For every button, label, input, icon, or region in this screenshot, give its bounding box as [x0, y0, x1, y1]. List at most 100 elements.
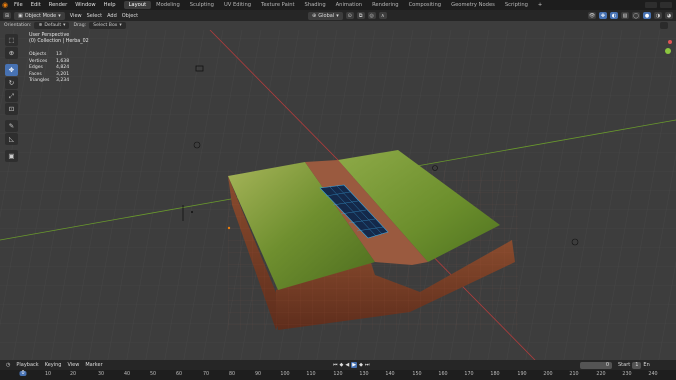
select-box-icon[interactable]: ⬚ [5, 34, 18, 46]
editor-type-icon[interactable]: ⊞ [3, 12, 11, 19]
view-layer-selector[interactable] [660, 2, 672, 8]
ruler-tick: 180 [490, 372, 500, 377]
gizmo-x-axis-icon[interactable] [668, 40, 672, 44]
menu-view[interactable]: View [70, 13, 82, 19]
scene-selectors [645, 2, 676, 8]
menu-render[interactable]: Render [45, 2, 71, 8]
rotate-icon[interactable]: ↻ [5, 77, 18, 89]
start-frame-field[interactable]: 1 [632, 361, 642, 369]
ruler-tick: 60 [175, 372, 183, 377]
tool-options-bar: Orientation: ⊕ Default ▾ Drag: Select Bo… [0, 21, 676, 30]
play-icon[interactable]: ▶ [351, 362, 358, 368]
jump-end-icon[interactable]: ⏭ [365, 362, 370, 368]
tab-modeling[interactable]: Modeling [151, 1, 185, 9]
xray-icon[interactable]: ▧ [621, 12, 629, 19]
rendered-shading-icon[interactable]: ◕ [665, 12, 673, 19]
menu-playback[interactable]: Playback [16, 362, 38, 368]
timeline-editor-icon[interactable]: ◷ [6, 362, 10, 368]
timeline-ruler[interactable]: 0 10 20 30 40 50 60 70 80 90 100 110 120… [0, 370, 676, 380]
menu-window[interactable]: Window [71, 2, 99, 8]
play-reverse-icon[interactable]: ◀ [345, 362, 349, 368]
ruler-tick: 190 [517, 372, 527, 377]
material-shading-icon[interactable]: ◑ [654, 12, 662, 19]
overlay-toggle-icon[interactable]: ◐ [610, 12, 618, 19]
add-cube-icon[interactable]: ▣ [5, 150, 18, 162]
ruler-tick: 30 [97, 372, 105, 377]
options-dropdown[interactable] [660, 22, 668, 29]
transform-orientation-dropdown[interactable]: ⊕ Global ▾ [308, 11, 343, 20]
object-mode-icon: ▣ [18, 12, 23, 19]
drag-dropdown[interactable]: Select Box ▾ [89, 22, 126, 29]
ruler-tick: 110 [306, 372, 316, 377]
ruler-tick: 230 [622, 372, 632, 377]
move-icon[interactable]: ✥ [5, 64, 18, 76]
ruler-tick: 20 [69, 372, 77, 377]
blender-logo-icon[interactable]: ◉ [0, 0, 10, 10]
playback-controls: ⏮ ◆ ◀ ▶ ◆ ⏭ [333, 362, 369, 368]
menu-select[interactable]: Select [87, 13, 102, 19]
navigation-gizmo[interactable] [650, 36, 674, 66]
falloff-icon[interactable]: ∧ [378, 12, 387, 19]
visibility-icon[interactable]: 👁 [588, 12, 596, 19]
orientation-dropdown[interactable]: ⊕ Default ▾ [34, 22, 70, 29]
measure-icon[interactable]: ◺ [5, 133, 18, 145]
start-label: Start [618, 362, 631, 368]
ruler-tick: 150 [412, 372, 422, 377]
gizmo-y-axis-icon[interactable] [665, 48, 671, 54]
ruler-tick: 40 [123, 372, 131, 377]
current-frame-field[interactable]: 0 [580, 361, 612, 369]
tab-uv-editing[interactable]: UV Editing [219, 1, 256, 9]
playhead-frame[interactable]: 0 [19, 371, 27, 376]
tab-animation[interactable]: Animation [331, 1, 367, 9]
tool-shelf: ⬚ ⊕ ✥ ↻ ⤢ ⊡ ✎ ◺ ▣ [5, 34, 18, 162]
tab-sculpting[interactable]: Sculpting [185, 1, 219, 9]
ruler-tick: 170 [464, 372, 474, 377]
pivot-icon[interactable]: ⊙ [345, 12, 354, 19]
tab-texture-paint[interactable]: Texture Paint [256, 1, 299, 9]
tab-rendering[interactable]: Rendering [367, 1, 404, 9]
gizmo-toggle-icon[interactable]: ✥ [599, 12, 607, 19]
solid-shading-icon[interactable]: ● [643, 12, 651, 19]
cursor-icon[interactable]: ⊕ [5, 47, 18, 59]
menu-file[interactable]: File [10, 2, 27, 8]
menu-object[interactable]: Object [122, 13, 138, 19]
tab-shading[interactable]: Shading [300, 1, 331, 9]
next-keyframe-icon[interactable]: ◆ [359, 362, 363, 368]
ruler-tick: 200 [543, 372, 553, 377]
menu-marker[interactable]: Marker [85, 362, 102, 368]
menu-view-timeline[interactable]: View [67, 362, 79, 368]
jump-start-icon[interactable]: ⏮ [333, 362, 338, 368]
proportional-edit-icon[interactable]: ◎ [367, 12, 376, 19]
tab-layout[interactable]: Layout [123, 1, 152, 9]
menu-keying[interactable]: Keying [45, 362, 62, 368]
menu-add[interactable]: Add [107, 13, 117, 19]
tab-geometry-nodes[interactable]: Geometry Nodes [446, 1, 500, 9]
annotate-icon[interactable]: ✎ [5, 120, 18, 132]
transform-label: Global [318, 12, 335, 19]
ruler-tick: 90 [254, 372, 262, 377]
ruler-tick: 140 [385, 372, 395, 377]
wireframe-shading-icon[interactable]: ◯ [632, 12, 640, 19]
tab-scripting[interactable]: Scripting [500, 1, 533, 9]
transform-icon[interactable]: ⊡ [5, 103, 18, 115]
timeline-header: ◷ Playback Keying View Marker ⏮ ◆ ◀ ▶ ◆ … [0, 360, 676, 370]
add-workspace-button[interactable]: + [533, 1, 547, 9]
end-label: En [643, 362, 650, 368]
orientation-icon: ⊕ [312, 12, 317, 19]
chevron-down-icon: ▾ [63, 23, 66, 28]
3d-viewport[interactable] [0, 30, 676, 360]
workspace-tabs: Layout Modeling Sculpting UV Editing Tex… [123, 1, 548, 9]
scale-icon[interactable]: ⤢ [5, 90, 18, 102]
scene-selector[interactable] [645, 2, 657, 8]
menu-help[interactable]: Help [100, 2, 120, 8]
snap-icon[interactable]: ⧉ [356, 12, 365, 19]
stat-row: Edges 4,824 [29, 65, 70, 71]
mode-dropdown[interactable]: ▣ Object Mode ▾ [14, 11, 65, 20]
chevron-down-icon: ▾ [119, 23, 122, 28]
prev-keyframe-icon[interactable]: ◆ [340, 362, 344, 368]
viewport-info: User Perspective (0) Collection | Herba_… [29, 33, 89, 45]
ruler-tick: 80 [228, 372, 236, 377]
tab-compositing[interactable]: Compositing [404, 1, 447, 9]
ruler-tick: 100 [280, 372, 290, 377]
menu-edit[interactable]: Edit [27, 2, 45, 8]
